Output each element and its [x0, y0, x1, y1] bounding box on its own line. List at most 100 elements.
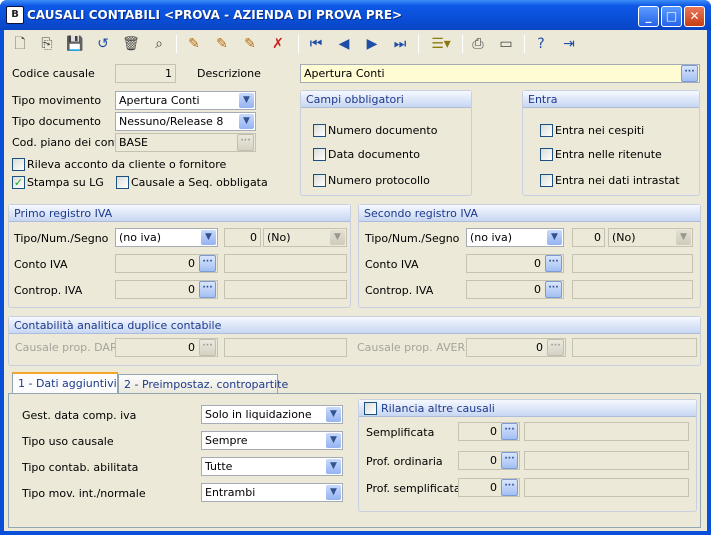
prof-semplificata-field[interactable]: 0 ··· [458, 478, 520, 497]
cod-piano-lookup-button[interactable]: ··· [237, 134, 254, 151]
primo-conto-field[interactable]: 0 ··· [115, 254, 218, 273]
find-icon[interactable]: ⌕ [149, 34, 169, 54]
primo-conto-lookup-button[interactable]: ··· [199, 255, 216, 272]
dare-description [224, 338, 347, 357]
new-document-icon[interactable]: 🗋 [10, 34, 30, 54]
data-documento-checkbox[interactable] [313, 148, 326, 161]
chevron-down-icon[interactable]: ▼ [326, 407, 341, 422]
chevron-down-icon[interactable]: ▼ [239, 93, 254, 108]
tab-preimpostaz-contropartite[interactable]: 2 - Preimpostaz. contropartite [118, 374, 288, 394]
tipo-mov-select[interactable]: Entrambi ▼ [201, 483, 343, 502]
gest-data-select[interactable]: Solo in liquidazione ▼ [201, 405, 343, 424]
title-bar[interactable]: B CAUSALI CONTABILI <PROVA - AZIENDA DI … [0, 0, 711, 30]
primo-num-field[interactable]: 0 [224, 228, 261, 247]
chevron-down-icon[interactable]: ▼ [326, 485, 341, 500]
descrizione-field[interactable]: Apertura Conti ··· [300, 64, 700, 83]
chevron-down-icon[interactable]: ▼ [547, 230, 562, 245]
secondo-conto-lookup-button[interactable]: ··· [545, 255, 562, 272]
tipo-uso-label: Tipo uso causale [22, 435, 114, 448]
help-icon[interactable]: ? [531, 34, 551, 54]
entra-intrastat-checkbox[interactable] [540, 174, 553, 187]
print-icon[interactable]: ⎙ [468, 34, 488, 54]
secondo-num-field[interactable]: 0 [572, 228, 605, 247]
tipo-contab-select[interactable]: Tutte ▼ [201, 457, 343, 476]
tipo-uso-select[interactable]: Sempre ▼ [201, 431, 343, 450]
tipo-contab-value: Tutte [205, 460, 233, 473]
entra-cespiti-checkbox[interactable] [540, 124, 553, 137]
analitica-title: Contabilità analitica duplice contabile [9, 317, 700, 334]
first-record-icon[interactable]: ⏮ [306, 34, 326, 54]
tab-dati-aggiuntivi[interactable]: 1 - Dati aggiuntivi [12, 372, 118, 394]
list-view-icon[interactable]: ☰▾ [426, 34, 456, 54]
secondo-conto-field[interactable]: 0 ··· [466, 254, 564, 273]
semplificata-value: 0 [490, 425, 497, 438]
secondo-segno-select[interactable]: (No) ▼ [608, 228, 693, 247]
chevron-down-icon[interactable]: ▼ [201, 230, 216, 245]
primo-conto-description [224, 254, 347, 273]
primo-controp-field[interactable]: 0 ··· [115, 280, 218, 299]
last-record-icon[interactable]: ⏭ [390, 34, 410, 54]
primo-controp-lookup-button[interactable]: ··· [199, 281, 216, 298]
secondo-tipo-select[interactable]: (no iva) ▼ [466, 228, 564, 247]
numero-documento-checkbox[interactable] [313, 124, 326, 137]
causale-seq-checkbox[interactable] [116, 176, 129, 189]
app-icon[interactable]: B [6, 6, 24, 24]
copy-icon[interactable]: ⎘ [37, 34, 57, 54]
chevron-down-icon[interactable]: ▼ [676, 230, 691, 245]
semplificata-field[interactable]: 0 ··· [458, 422, 520, 441]
primo-tipo-select[interactable]: (no iva) ▼ [115, 228, 218, 247]
codice-causale-field[interactable]: 1 [115, 64, 176, 83]
rileva-acconto-checkbox[interactable] [12, 158, 25, 171]
edit-pencil-2-icon[interactable]: ✎ [212, 34, 232, 54]
tipo-documento-select[interactable]: Nessuno/Release 8 ▼ [115, 112, 256, 131]
dare-lookup-button[interactable]: ··· [199, 339, 216, 356]
chevron-down-icon[interactable]: ▼ [326, 459, 341, 474]
stampa-lg-checkbox[interactable]: ✓ [12, 176, 25, 189]
descrizione-lookup-button[interactable]: ··· [681, 65, 698, 82]
prof-ordinaria-lookup-button[interactable]: ··· [501, 452, 518, 469]
data-documento-label: Data documento [328, 148, 420, 161]
chevron-down-icon[interactable]: ▼ [330, 230, 345, 245]
previous-record-icon[interactable]: ◀ [334, 34, 354, 54]
undo-icon[interactable]: ↺ [93, 34, 113, 54]
save-icon[interactable]: 💾 [65, 34, 85, 54]
semplificata-lookup-button[interactable]: ··· [501, 423, 518, 440]
chevron-down-icon[interactable]: ▼ [239, 114, 254, 129]
avere-label: Causale prop. AVERE [357, 341, 473, 354]
cod-piano-field[interactable]: BASE ··· [115, 133, 256, 152]
preview-icon[interactable]: ▭ [496, 34, 516, 54]
delete-icon[interactable]: 🗑 [121, 34, 141, 54]
secondo-controp-lookup-button[interactable]: ··· [545, 281, 562, 298]
rilancia-checkbox[interactable] [364, 402, 377, 415]
edit-pencil-icon[interactable]: ✎ [184, 34, 204, 54]
gest-data-value: Solo in liquidazione [205, 408, 312, 421]
avere-field[interactable]: 0 ··· [466, 338, 566, 357]
window-title: CAUSALI CONTABILI <PROVA - AZIENDA DI PR… [27, 8, 403, 22]
primo-segno-select[interactable]: (No) ▼ [263, 228, 347, 247]
numero-protocollo-checkbox[interactable] [313, 174, 326, 187]
dare-label: Causale prop. DARE [15, 341, 125, 354]
secondo-controp-field[interactable]: 0 ··· [466, 280, 564, 299]
dare-field[interactable]: 0 ··· [115, 338, 218, 357]
entra-ritenute-checkbox[interactable] [540, 148, 553, 161]
dare-value: 0 [188, 341, 195, 354]
tipo-movimento-select[interactable]: Apertura Conti ▼ [115, 91, 256, 110]
next-record-icon[interactable]: ▶ [362, 34, 382, 54]
entra-group: Entra Entra nei cespiti Entra nelle rite… [522, 90, 700, 196]
numero-documento-label: Numero documento [328, 124, 438, 137]
primo-segno-value: (No) [267, 231, 291, 244]
prof-ordinaria-field[interactable]: 0 ··· [458, 451, 520, 470]
avere-lookup-button[interactable]: ··· [547, 339, 564, 356]
rileva-acconto-label: Rileva acconto da cliente o fornitore [27, 158, 227, 171]
close-button[interactable]: ✕ [684, 6, 705, 27]
tipo-movimento-label: Tipo movimento [12, 94, 102, 107]
gest-data-label: Gest. data comp. iva [22, 409, 137, 422]
edit-pencil-3-icon[interactable]: ✎ [240, 34, 260, 54]
minimize-button[interactable]: _ [638, 6, 659, 27]
tipo-mov-label: Tipo mov. int./normale [22, 487, 146, 500]
cancel-pencil-icon[interactable]: ✗ [268, 34, 288, 54]
maximize-button[interactable]: □ [661, 6, 682, 27]
exit-icon[interactable]: ⇥ [559, 34, 579, 54]
chevron-down-icon[interactable]: ▼ [326, 433, 341, 448]
prof-semplificata-lookup-button[interactable]: ··· [501, 479, 518, 496]
